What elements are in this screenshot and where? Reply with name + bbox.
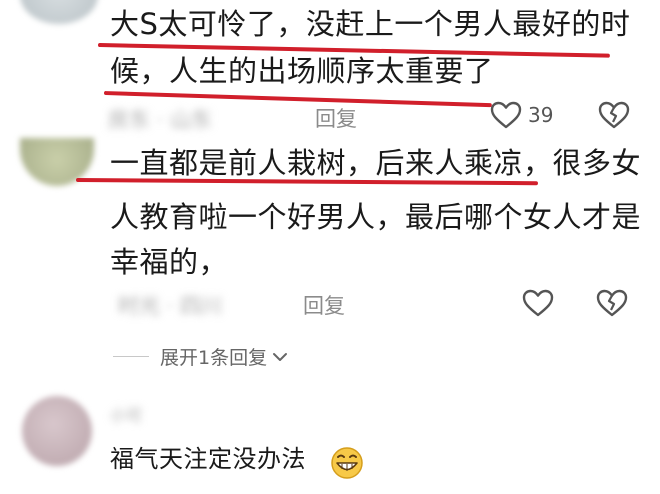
comment-meta-username: 时光 · 四川 <box>118 294 223 318</box>
broken-heart-icon[interactable] <box>596 288 628 318</box>
heart-outline-icon[interactable] <box>522 288 554 318</box>
comment-meta-username: 房东 · 山东 <box>108 108 213 132</box>
reply-button[interactable]: 回复 <box>303 290 345 320</box>
like-count: 39 <box>528 103 554 127</box>
comment-text-line: 幸福的， <box>110 245 229 279</box>
reply-divider <box>113 356 149 357</box>
avatar[interactable] <box>22 396 92 466</box>
comment-meta-username: 小可 <box>110 406 143 425</box>
expand-replies-label: 展开1条回复 <box>160 347 268 369</box>
expand-replies-button[interactable]: 展开1条回复 <box>160 343 289 370</box>
comment-text-line: 福气天注定没办法 <box>110 445 306 473</box>
broken-heart-icon[interactable] <box>598 100 630 130</box>
avatar[interactable] <box>20 0 98 24</box>
comment-text-line: 候，人生的出场顺序太重要了 <box>110 54 494 88</box>
heart-outline-icon[interactable] <box>490 100 522 130</box>
grinning-emoji-icon <box>331 447 363 479</box>
reply-button[interactable]: 回复 <box>315 103 357 133</box>
chevron-down-icon <box>273 352 288 361</box>
